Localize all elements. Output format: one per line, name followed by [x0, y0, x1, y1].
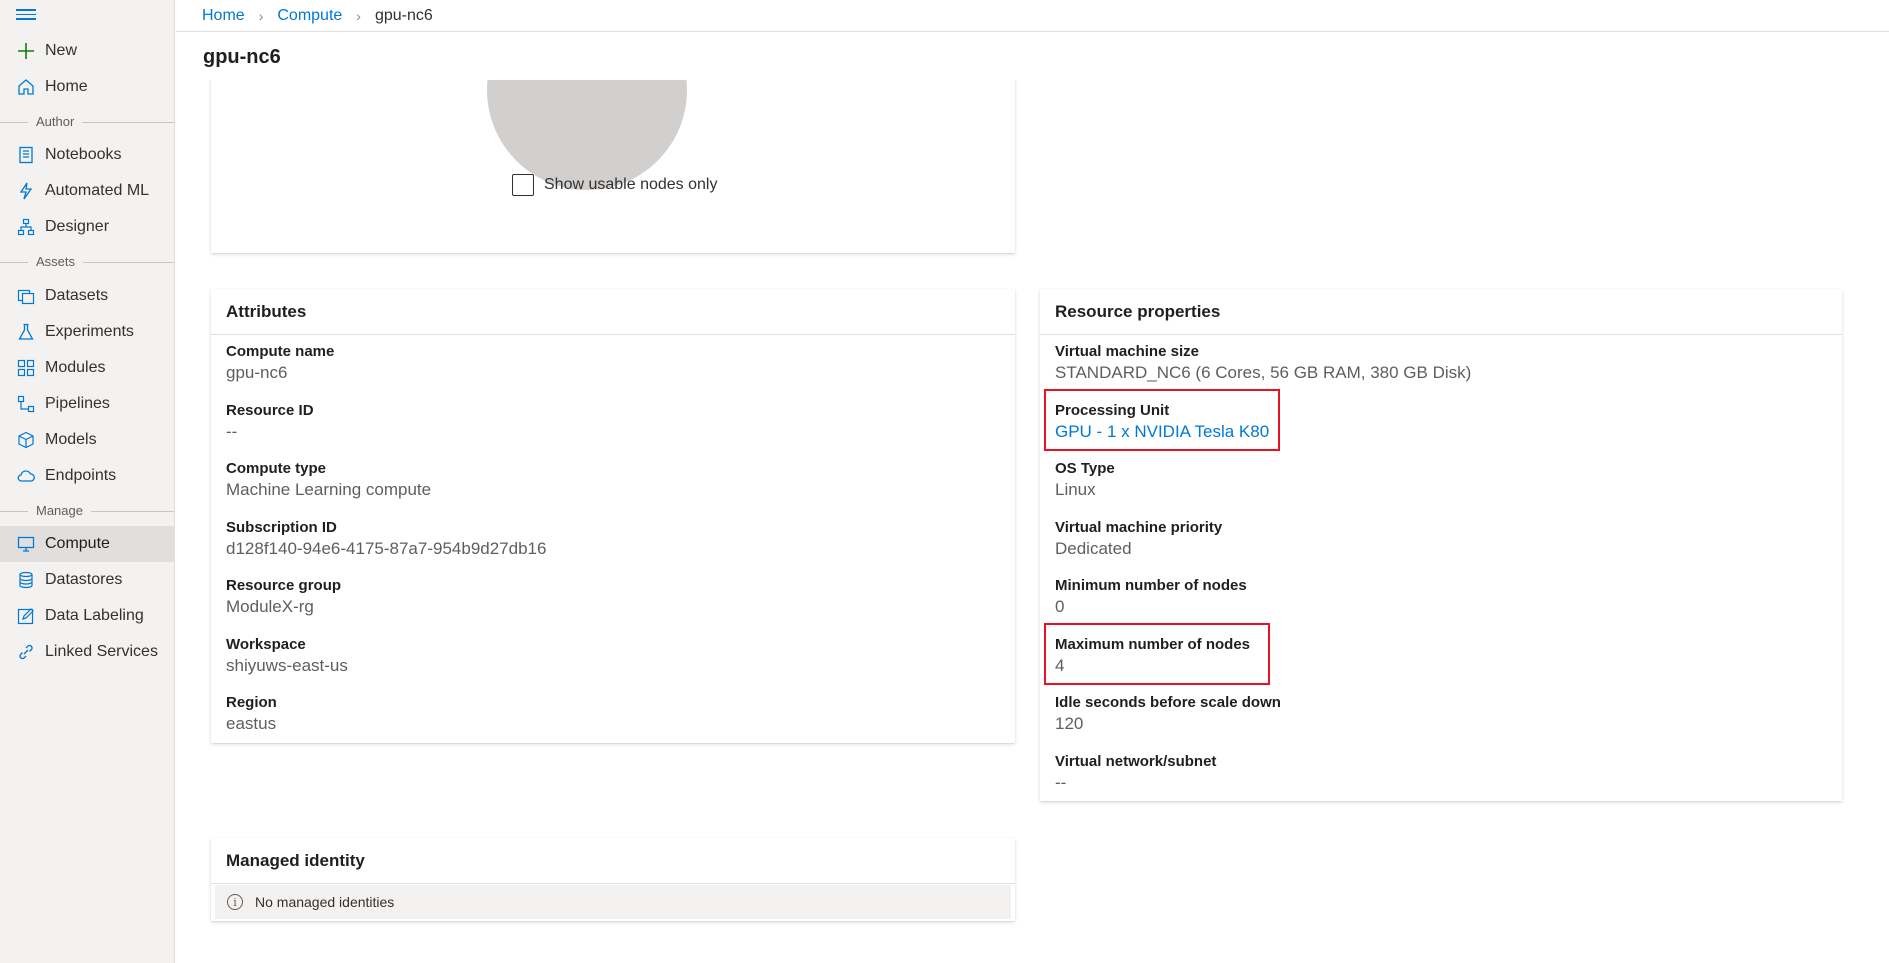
managed-identity-info-bar: i No managed identities: [215, 885, 1011, 919]
prop-idle-seconds: Idle seconds before scale down 120: [1055, 694, 1281, 733]
nav-item-experiments[interactable]: Experiments: [0, 314, 174, 350]
nav-item-label: Datasets: [45, 287, 109, 304]
nav-item-datastores[interactable]: Datastores: [0, 562, 174, 598]
chevron-right-icon: ›: [258, 7, 264, 24]
nav-item-label: Designer: [45, 218, 110, 235]
prop-virtual-network: Virtual network/subnet --: [1055, 753, 1217, 792]
managed-identity-info-text: No managed identities: [255, 894, 395, 910]
attr-subscription-id: Subscription ID d128f140-94e6-4175-87a7-9…: [226, 519, 547, 558]
managed-identity-title: Managed identity: [211, 838, 1015, 884]
nav-item-home[interactable]: Home: [0, 69, 174, 105]
info-icon: i: [227, 894, 243, 910]
attr-resource-id: Resource ID --: [226, 402, 314, 441]
nav-item-label: New: [45, 42, 78, 59]
attr-workspace: Workspace shiyuws-east-us: [226, 636, 348, 675]
nav-item-label: Datastores: [45, 571, 123, 588]
nav-item-label: Notebooks: [45, 146, 122, 163]
nav-item-label: Endpoints: [45, 467, 117, 484]
flask-icon: [16, 322, 36, 342]
nav-item-automated-ml[interactable]: Automated ML: [0, 173, 174, 209]
home-icon: [16, 77, 36, 97]
nav-item-notebooks[interactable]: Notebooks: [0, 137, 174, 173]
chevron-right-icon: ›: [356, 7, 361, 24]
nav-item-linked-services[interactable]: Linked Services: [0, 634, 174, 670]
monitor-icon: [16, 534, 36, 554]
section-author: Author: [0, 112, 174, 132]
attributes-card: Attributes Compute name gpu-nc6 Resource …: [211, 289, 1015, 743]
nav-item-models[interactable]: Models: [0, 422, 174, 458]
managed-identity-card: Managed identity i No managed identities: [211, 838, 1015, 921]
nav-item-label: Experiments: [45, 323, 134, 340]
left-nav: New Home Author Notebooks Automated ML D…: [0, 0, 175, 963]
prop-vm-size: Virtual machine size STANDARD_NC6 (6 Core…: [1055, 343, 1472, 382]
attr-compute-type: Compute type Machine Learning compute: [226, 460, 432, 499]
nav-item-label: Modules: [45, 359, 106, 376]
content-scroll-area[interactable]: Show usable nodes only Attributes Comput…: [176, 80, 1889, 963]
nodes-card: Show usable nodes only: [211, 80, 1015, 253]
nav-item-data-labeling[interactable]: Data Labeling: [0, 598, 174, 634]
nav-item-label: Pipelines: [45, 395, 110, 412]
checkbox-label: Show usable nodes only: [544, 176, 718, 193]
attributes-title: Attributes: [211, 289, 1015, 335]
notebook-icon: [16, 145, 36, 165]
breadcrumb: Home › Compute › gpu-nc6: [176, 0, 1889, 32]
section-manage: Manage: [0, 501, 174, 521]
nav-item-label: Automated ML: [45, 182, 150, 199]
edit-icon: [16, 606, 36, 626]
nav-item-datasets[interactable]: Datasets: [0, 278, 174, 314]
nav-item-designer[interactable]: Designer: [0, 209, 174, 245]
attr-compute-name: Compute name gpu-nc6: [226, 343, 335, 382]
prop-processing-unit: Processing Unit GPU - 1 x NVIDIA Tesla K8…: [1055, 402, 1270, 443]
modules-icon: [16, 358, 36, 378]
prop-min-nodes: Minimum number of nodes 0: [1055, 577, 1247, 616]
nav-item-label: Linked Services: [45, 643, 158, 660]
attr-region: Region eastus: [226, 694, 277, 733]
prop-vm-priority: Virtual machine priority Dedicated: [1055, 519, 1223, 558]
cloud-icon: [16, 466, 36, 486]
nav-item-endpoints[interactable]: Endpoints: [0, 458, 174, 494]
prop-os-type: OS Type Linux: [1055, 460, 1115, 499]
processing-unit-link[interactable]: GPU - 1 x NVIDIA Tesla K80: [1055, 421, 1269, 443]
breadcrumb-home-link[interactable]: Home: [202, 7, 245, 25]
show-usable-nodes-checkbox[interactable]: [512, 174, 534, 196]
nav-item-label: Home: [45, 78, 88, 95]
database-icon: [16, 570, 36, 590]
nav-item-label: Models: [45, 431, 97, 448]
breadcrumb-current: gpu-nc6: [374, 6, 433, 24]
prop-max-nodes: Maximum number of nodes 4: [1055, 636, 1251, 675]
resource-properties-card: Resource properties Virtual machine size…: [1040, 289, 1842, 801]
hamburger-menu-icon[interactable]: [16, 6, 36, 22]
show-usable-nodes-checkbox-row[interactable]: Show usable nodes only: [512, 174, 717, 196]
breadcrumb-compute-link[interactable]: Compute: [277, 7, 342, 25]
nav-item-new[interactable]: New: [0, 33, 174, 69]
datasets-icon: [16, 286, 36, 306]
nav-item-compute[interactable]: Compute: [0, 526, 174, 562]
nav-item-pipelines[interactable]: Pipelines: [0, 386, 174, 422]
resource-properties-title: Resource properties: [1040, 289, 1842, 335]
nav-item-modules[interactable]: Modules: [0, 350, 174, 386]
nav-item-label: Compute: [45, 535, 110, 552]
designer-icon: [16, 217, 36, 237]
nav-item-label: Data Labeling: [45, 607, 144, 624]
pipelines-icon: [16, 394, 36, 414]
plus-icon: [16, 41, 36, 61]
section-assets: Assets: [0, 252, 174, 272]
attr-resource-group: Resource group ModuleX-rg: [226, 577, 342, 616]
link-icon: [16, 642, 36, 662]
automl-icon: [16, 181, 36, 201]
page-title: gpu-nc6: [203, 46, 281, 68]
cube-icon: [16, 430, 36, 450]
